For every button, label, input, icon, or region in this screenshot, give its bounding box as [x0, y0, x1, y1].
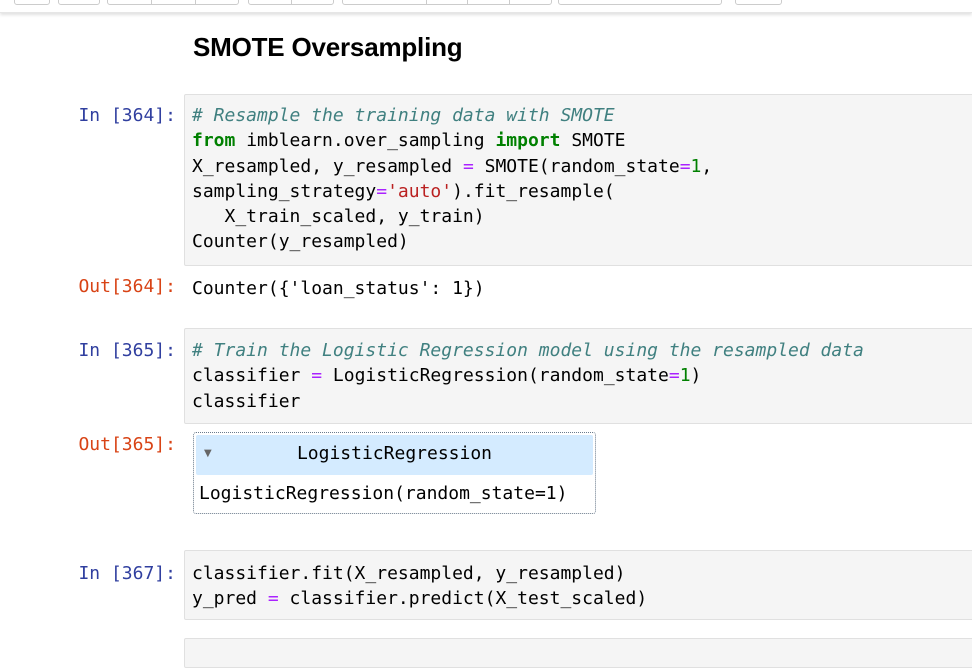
code-editor[interactable]: classifier.fit(X_resampled, y_resampled)…: [192, 561, 647, 612]
toolbar-separator: [509, 0, 510, 5]
toolbar-edit-group[interactable]: [107, 0, 239, 5]
notebook-toolbar: [0, 0, 972, 13]
toolbar-save-button[interactable]: [14, 0, 50, 5]
markdown-heading: SMOTE Oversampling: [193, 32, 463, 62]
toolbar-separator: [151, 0, 152, 5]
code-line: # Resample the training data with SMOTE: [192, 105, 615, 126]
toolbar-separator: [426, 0, 427, 5]
output-prompt: Out[364]:: [78, 276, 176, 297]
cell-type-select[interactable]: [558, 0, 722, 5]
code-line: classifier = LogisticRegression(random_s…: [192, 365, 702, 387]
code-line: X_train_scaled, y_train): [192, 206, 485, 228]
toolbar-add-cell-button[interactable]: [58, 0, 100, 5]
input-prompt: In [364]:: [78, 105, 176, 126]
code-line: Counter(y_resampled): [192, 231, 409, 253]
code-editor[interactable]: # Train the Logistic Regression model us…: [192, 338, 864, 414]
toolbar-separator: [291, 0, 292, 5]
code-line: classifier: [192, 390, 301, 412]
estimator-display: ▼ LogisticRegression LogisticRegression(…: [193, 432, 596, 514]
cell-output-text: Counter({'loan_status': 1}): [192, 278, 485, 299]
code-line: classifier.fit(X_resampled, y_resampled): [192, 563, 626, 584]
input-prompt: In [365]:: [78, 340, 176, 361]
toolbar-separator: [195, 0, 196, 5]
code-line: from imblearn.over_sampling import SMOTE: [192, 130, 626, 152]
code-line: # Train the Logistic Regression model us…: [192, 340, 864, 361]
estimator-header[interactable]: ▼ LogisticRegression: [196, 435, 593, 475]
output-prompt: Out[365]:: [78, 434, 176, 455]
code-line: sampling_strategy='auto').fit_resample(: [192, 180, 615, 202]
code-line: X_resampled, y_resampled = SMOTE(random_…: [192, 155, 713, 177]
estimator-title: LogisticRegression: [296, 443, 493, 464]
toolbar-command-palette-button[interactable]: [735, 0, 782, 5]
estimator-params: LogisticRegression(random_state=1): [199, 483, 568, 504]
input-prompt: In [367]:: [78, 563, 176, 584]
toolbar-run-group[interactable]: [342, 0, 552, 5]
code-line: y_pred = classifier.predict(X_test_scale…: [192, 588, 648, 610]
toolbar-separator: [467, 0, 468, 5]
code-editor[interactable]: # Resample the training data with SMOTE …: [192, 103, 712, 255]
